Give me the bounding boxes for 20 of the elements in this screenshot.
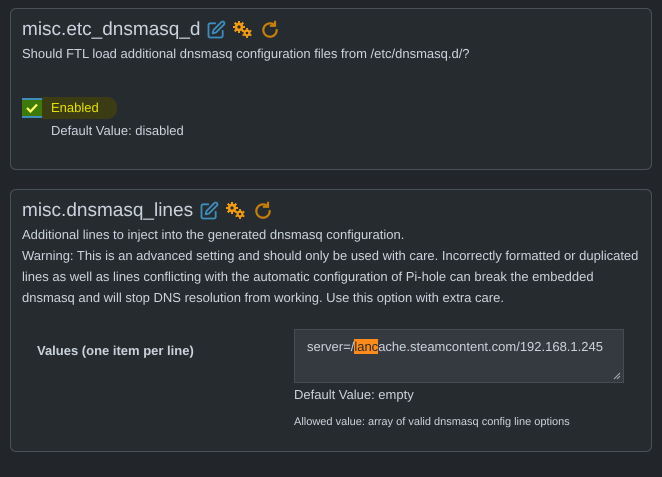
reset-icon[interactable] xyxy=(260,20,280,40)
field-label: Values (one item per line) xyxy=(37,343,194,358)
checkbox-label[interactable]: Enabled xyxy=(42,97,117,119)
gears-icon xyxy=(225,201,248,221)
setting-title: misc.etc_dnsmasq_d xyxy=(22,18,200,42)
setting-description: Additional lines to inject into the generated dnsmasq configuration. xyxy=(22,226,406,244)
setting-description: Warning: This is an advanced setting and should only be used with care. Incorrectly formatted or duplicated lines as well as lines conflicting with the automatic configuration of Pi-hole can break the embedded dnsmasq and will stop DNS resolution from working. Use this option with extra care. xyxy=(22,247,640,307)
setting-description: Should FTL load additional dnsmasq configuration files from /etc/dnsmasq.d/? xyxy=(22,45,471,63)
check-icon xyxy=(26,103,38,113)
default-value: Default Value: disabled xyxy=(50,122,185,140)
setting-title: misc.dnsmasq_lines xyxy=(22,199,194,223)
reset-icon[interactable] xyxy=(253,201,274,221)
edit-icon[interactable] xyxy=(199,201,220,221)
checkbox[interactable] xyxy=(22,98,42,118)
gears-icon xyxy=(232,20,254,40)
edit-icon[interactable] xyxy=(206,20,226,40)
lines-textarea[interactable]: server=/lancache.steamcontent.com/192.168.1.245 xyxy=(294,329,624,383)
resize-handle-icon[interactable] xyxy=(613,372,621,380)
default-value: Default Value: empty xyxy=(294,386,415,404)
allowed-value: Allowed value: array of valid dnsmasq config line options xyxy=(294,415,571,429)
